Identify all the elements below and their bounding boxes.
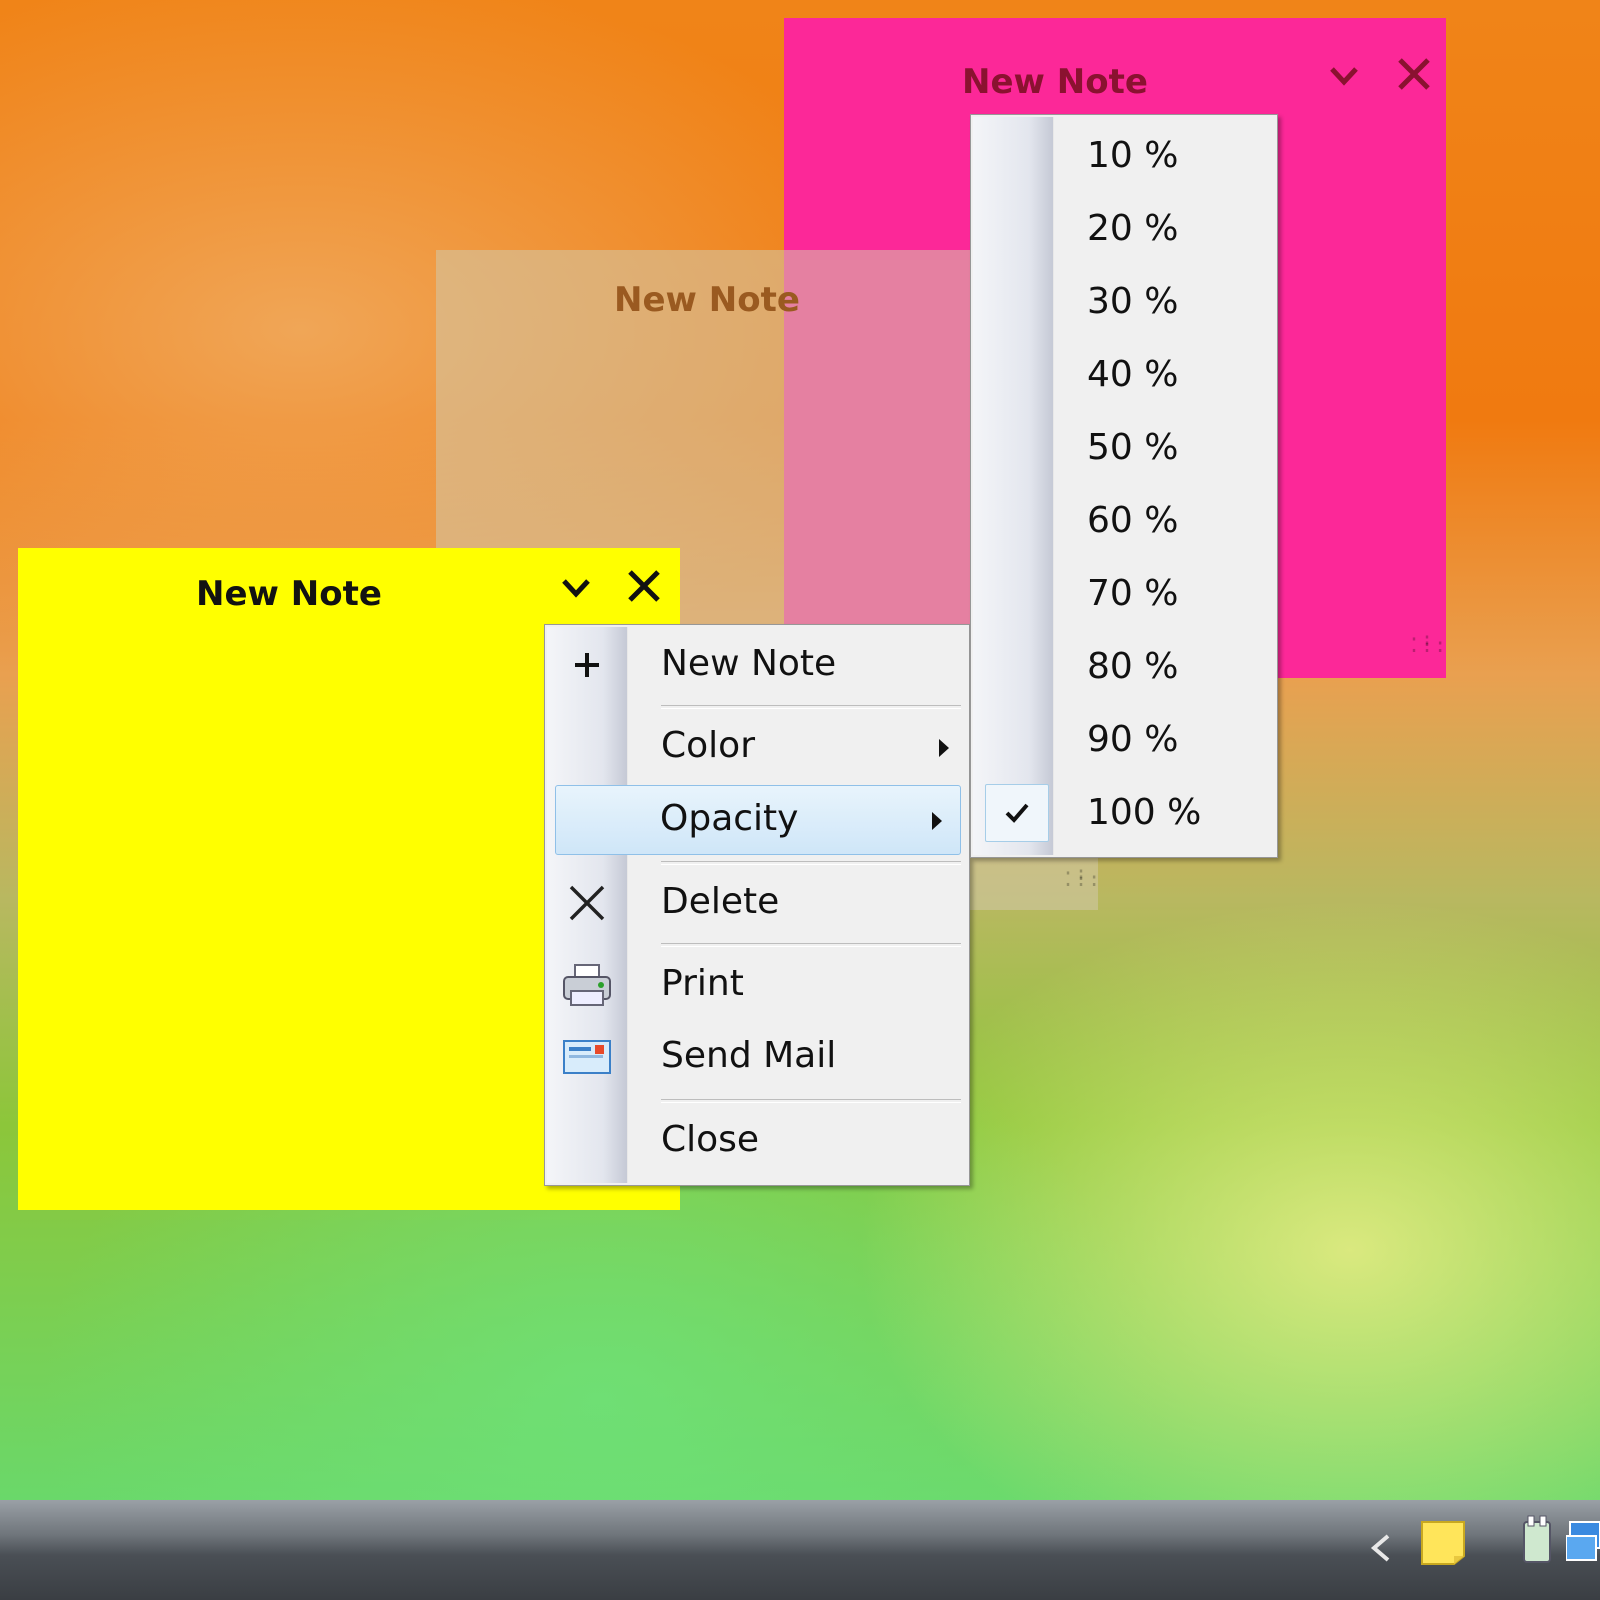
menu-item-send-mail[interactable]: Send Mail xyxy=(547,1023,967,1091)
menu-item-opacity[interactable]: Opacity xyxy=(555,785,961,855)
mail-icon xyxy=(559,1033,615,1081)
context-menu: New Note Color Opacity Delete Print Send… xyxy=(544,624,970,1186)
menu-item-label: New Note xyxy=(661,643,837,684)
note-title: New Note xyxy=(196,574,382,614)
opacity-option-20[interactable]: 20 % xyxy=(973,194,1275,260)
menu-item-label: Color xyxy=(661,725,755,766)
menu-item-delete[interactable]: Delete xyxy=(547,869,967,937)
menu-separator xyxy=(661,705,961,709)
opacity-submenu: 10 % 20 % 30 % 40 % 50 % 60 % 70 % 80 % … xyxy=(970,114,1278,858)
menu-item-label: Opacity xyxy=(660,798,799,839)
menu-item-label: 10 % xyxy=(1087,135,1179,176)
menu-item-label: 90 % xyxy=(1087,719,1179,760)
network-icon[interactable] xyxy=(1565,1518,1600,1573)
delete-x-icon xyxy=(559,879,615,927)
opacity-option-90[interactable]: 90 % xyxy=(973,705,1275,771)
menu-item-label: 80 % xyxy=(1087,646,1179,687)
menu-item-label: Send Mail xyxy=(661,1035,837,1076)
close-icon[interactable] xyxy=(1394,54,1434,99)
menu-separator xyxy=(661,943,961,947)
power-icon[interactable] xyxy=(1510,1514,1560,1575)
menu-item-label: 70 % xyxy=(1087,573,1179,614)
sticky-note-icon[interactable] xyxy=(1418,1518,1468,1573)
menu-item-new-note[interactable]: New Note xyxy=(547,631,967,699)
submenu-arrow-icon xyxy=(932,812,942,830)
note-title: New Note xyxy=(962,62,1148,102)
plus-icon xyxy=(559,641,615,689)
menu-item-label: 40 % xyxy=(1087,354,1179,395)
resize-grip-icon[interactable]: ·:.:: xyxy=(1408,629,1447,655)
opacity-option-80[interactable]: 80 % xyxy=(973,632,1275,698)
menu-item-color[interactable]: Color xyxy=(547,713,967,781)
menu-separator xyxy=(661,861,961,865)
menu-item-label: Close xyxy=(661,1119,760,1160)
opacity-option-60[interactable]: 60 % xyxy=(973,486,1275,552)
opacity-option-40[interactable]: 40 % xyxy=(973,340,1275,406)
note-title: New Note xyxy=(614,280,800,320)
opacity-option-70[interactable]: 70 % xyxy=(973,559,1275,625)
opacity-option-50[interactable]: 50 % xyxy=(973,413,1275,479)
menu-item-label: 20 % xyxy=(1087,208,1179,249)
printer-icon xyxy=(559,961,615,1009)
opacity-option-100[interactable]: 100 % xyxy=(973,778,1275,844)
checkmark-icon xyxy=(985,784,1049,842)
opacity-option-10[interactable]: 10 % xyxy=(973,121,1275,187)
menu-separator xyxy=(661,1099,961,1103)
menu-item-label: 50 % xyxy=(1087,427,1179,468)
chevron-left-icon[interactable] xyxy=(1362,1528,1398,1573)
menu-item-label: Delete xyxy=(661,881,780,922)
chevron-down-icon[interactable] xyxy=(1326,58,1362,99)
menu-item-print[interactable]: Print xyxy=(547,951,967,1019)
submenu-arrow-icon xyxy=(939,739,949,757)
menu-item-close[interactable]: Close xyxy=(547,1107,967,1175)
taskbar xyxy=(0,1500,1600,1600)
resize-grip-icon[interactable]: ·:.:: xyxy=(1062,863,1101,889)
opacity-option-30[interactable]: 30 % xyxy=(973,267,1275,333)
menu-item-label: Print xyxy=(661,963,744,1004)
menu-item-label: 60 % xyxy=(1087,500,1179,541)
menu-item-label: 100 % xyxy=(1087,792,1202,833)
menu-item-label: 30 % xyxy=(1087,281,1179,322)
close-icon[interactable] xyxy=(624,566,664,611)
chevron-down-icon[interactable] xyxy=(558,570,594,611)
